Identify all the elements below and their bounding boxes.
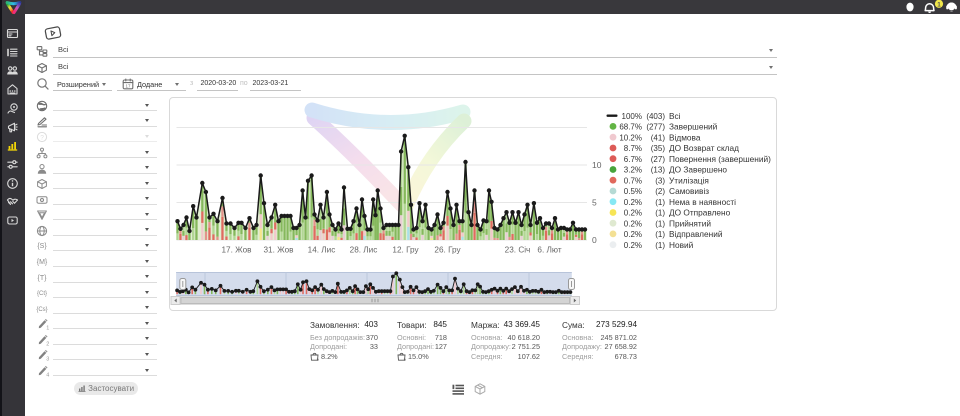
svg-text:Нема в наявності: Нема в наявності [669,197,736,207]
svg-text:0.7%: 0.7% [623,176,641,185]
svg-text:1: 1 [46,326,49,331]
svg-text:(1): (1) [655,219,665,228]
svg-text:0.2%: 0.2% [623,219,641,228]
svg-text:Відправлений: Відправлений [669,229,723,239]
svg-text:2: 2 [46,341,49,346]
svg-text:1: 1 [937,2,941,9]
svg-text:68.7%: 68.7% [619,123,642,132]
svg-text:{Cs}: {Cs} [36,307,47,313]
svg-text:4: 4 [46,373,49,378]
svg-text:(3): (3) [655,176,665,185]
svg-text:Утилізація: Утилізація [669,175,709,185]
svg-text:(13): (13) [650,166,665,175]
svg-text:0.5%: 0.5% [623,187,641,196]
svg-text:{S}: {S} [37,243,47,250]
svg-text:ДО Возврат склад: ДО Возврат склад [669,143,739,153]
svg-text:(277): (277) [646,123,665,132]
svg-text:100%: 100% [621,112,641,121]
svg-text:{Ct}: {Ct} [37,291,47,297]
svg-text:{T}: {T} [38,275,48,282]
svg-text:(1): (1) [655,241,665,250]
svg-text:Повернення (завершений): Повернення (завершений) [669,154,771,164]
svg-text:Всі: Всі [669,111,681,121]
svg-text:Завершений: Завершений [669,122,718,132]
svg-text:3.2%: 3.2% [623,166,641,175]
svg-text:(1): (1) [655,198,665,207]
svg-text:(1): (1) [655,209,665,218]
svg-text:%: % [404,358,406,361]
svg-text:Відмова: Відмова [669,132,701,142]
svg-text:ДО Завершено: ДО Завершено [669,165,727,175]
svg-text:6.7%: 6.7% [623,155,641,164]
svg-text:0.2%: 0.2% [623,230,641,239]
svg-text:ДО Отправлено: ДО Отправлено [669,208,731,218]
svg-text:Прийнятий: Прийнятий [669,218,711,228]
svg-text:{M}: {M} [37,259,48,266]
svg-text:0.2%: 0.2% [623,241,641,250]
svg-text:(35): (35) [650,144,665,153]
svg-text:(41): (41) [650,133,665,142]
svg-text:8.7%: 8.7% [623,144,641,153]
svg-text:%: % [317,358,319,361]
svg-text:(2): (2) [655,187,665,196]
svg-text:3: 3 [46,357,49,362]
svg-text:Новий: Новий [669,240,694,250]
svg-text:Самовивіз: Самовивіз [669,186,709,196]
svg-text:?: ? [40,135,44,142]
svg-text:(1): (1) [655,230,665,239]
svg-text:(27): (27) [650,155,665,164]
svg-text:0.2%: 0.2% [623,209,641,218]
svg-text:10.2%: 10.2% [619,133,642,142]
svg-text:0.2%: 0.2% [623,198,641,207]
svg-text:17: 17 [125,83,131,88]
svg-text:(403): (403) [646,112,665,121]
